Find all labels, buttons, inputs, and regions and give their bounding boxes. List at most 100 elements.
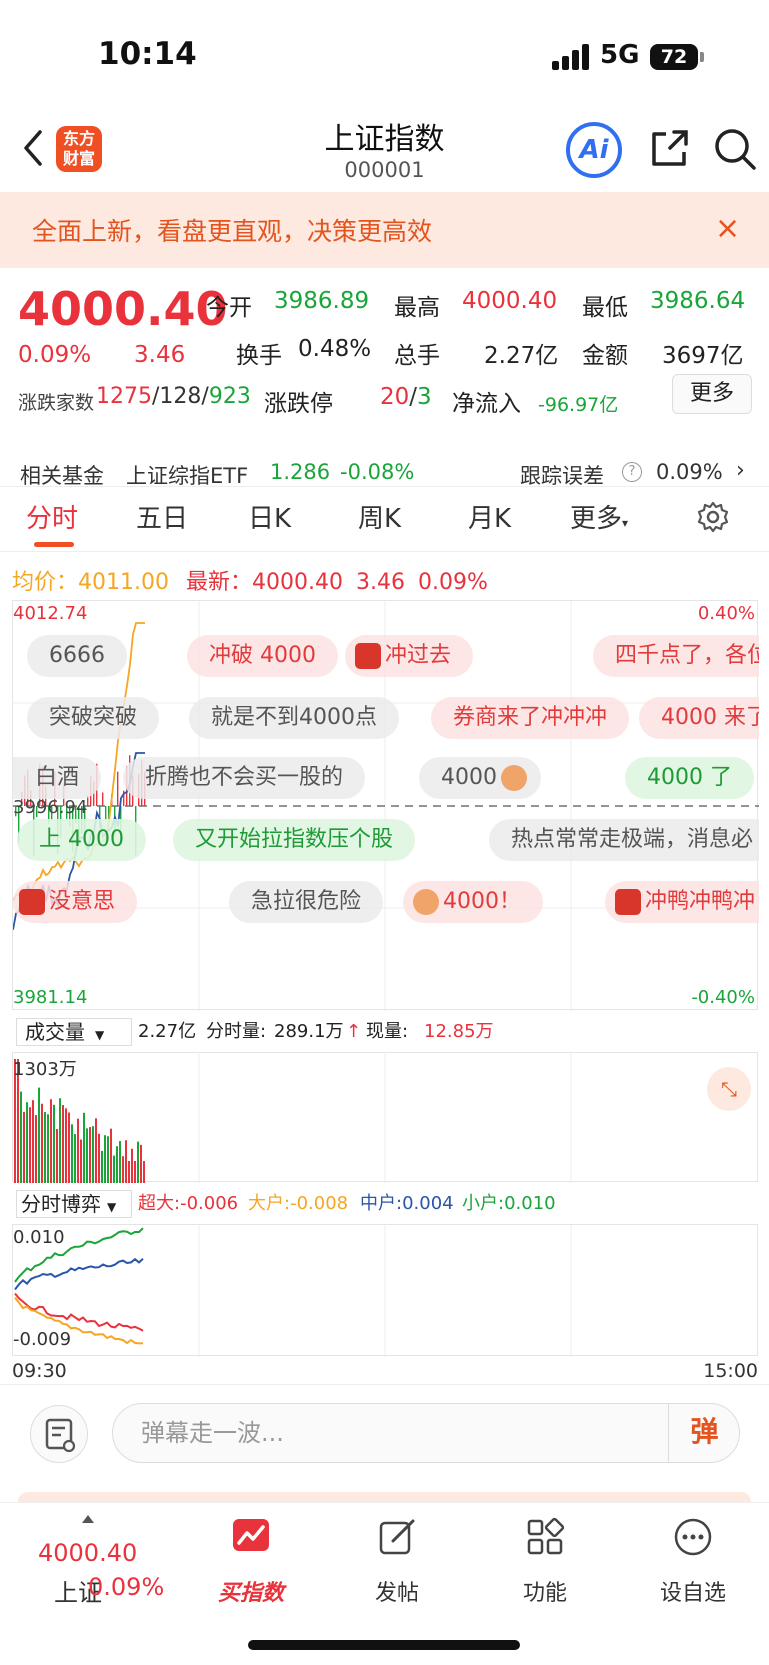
related-fund-row[interactable]: 相关基金 上证综指ETF 1.286 -0.08% 跟踪误差 ? 0.09% › (0, 458, 769, 488)
tab-daily-k[interactable]: 日K (248, 498, 291, 535)
danmu-list-button[interactable] (30, 1405, 88, 1463)
danmu-bubble[interactable]: 白酒 (13, 757, 102, 799)
more-dots-icon (674, 1518, 712, 1556)
volume-chart-svg (14, 1053, 572, 1183)
divider (0, 486, 769, 487)
breadth-label: 涨跌家数 (18, 392, 95, 414)
capital-flow-header: 分时博弈 ▼ 超大:-0.006 大户:-0.008 中户:0.004 小户:0.… (12, 1188, 758, 1220)
danmu-input[interactable]: 弹幕走一波... (112, 1403, 740, 1463)
flow-y-top: 0.010 (13, 1227, 65, 1248)
volume-bar (41, 1103, 43, 1183)
amount-label: 金额 (582, 343, 628, 369)
limit-values: 20/3 (380, 384, 432, 410)
inflow-label: 净流入 (452, 391, 521, 417)
danmu-bubble[interactable]: 冲过去 (345, 635, 474, 677)
danmu-bubble[interactable]: 没意思 (13, 881, 138, 923)
volume-bar (20, 1091, 22, 1183)
capital-flow-select[interactable]: 分时博弈 ▼ (16, 1190, 132, 1218)
high-label: 最高 (394, 295, 440, 321)
volume-bar (107, 1136, 109, 1183)
y-axis-mid: 3996.94 (13, 797, 88, 818)
volume-minute-value: 289.1万 (274, 1021, 344, 1042)
firecracker-icon (615, 889, 641, 915)
tab-five-day[interactable]: 五日 (136, 498, 188, 535)
danmu-bubble[interactable]: 4000！ (403, 881, 543, 923)
time-axis: 09:30 15:00 (12, 1360, 758, 1386)
danmu-bubble[interactable]: 冲鸭冲鸭冲 (605, 881, 759, 923)
danmu-bubble[interactable]: 冲破 4000 (187, 635, 338, 677)
caret-up-icon[interactable] (82, 1515, 94, 1523)
close-icon[interactable]: × (715, 212, 745, 246)
fund-change: -0.08% (340, 460, 415, 484)
breadth-values: 1275/128/923 (96, 384, 251, 409)
tab-monthly-k[interactable]: 月K (468, 498, 511, 535)
fund-name: 上证综指ETF (126, 464, 249, 488)
danmu-bubble[interactable]: 急拉很危险 (229, 881, 384, 923)
volume-bar (74, 1134, 76, 1183)
share-icon[interactable] (646, 126, 692, 172)
danmu-send-button[interactable]: 弹 (668, 1403, 740, 1463)
volume-bar (134, 1161, 136, 1183)
small-value: 小户:0.010 (462, 1193, 556, 1214)
volume-bar (44, 1112, 46, 1183)
danmu-bubble[interactable]: 上 4000 (17, 819, 146, 861)
promo-banner[interactable]: 全面上新，看盘更直观，决策更高效 × (0, 192, 769, 268)
volume-indicator-select[interactable]: 成交量 ▼ (16, 1018, 132, 1046)
volume-minute-label: 分时量: (206, 1021, 267, 1042)
volume-bar (71, 1124, 73, 1183)
volume-chart[interactable]: 1303万 ⤡ (12, 1052, 758, 1183)
intraday-chart[interactable]: 4012.74 3996.94 3981.14 0.40% -0.40% 666… (12, 600, 759, 1011)
danmu-bubble[interactable]: 热点常常走极端，消息必 (489, 819, 759, 861)
nav-buy-index[interactable]: 买指数 (196, 1517, 306, 1607)
search-icon[interactable] (712, 126, 758, 172)
nav-post[interactable]: 发帖 (342, 1517, 452, 1607)
more-button[interactable]: 更多 (672, 374, 752, 414)
volume-total: 2.27亿 (138, 1021, 197, 1042)
time-end: 15:00 (703, 1360, 758, 1382)
gear-icon[interactable] (696, 500, 730, 534)
tab-weekly-k[interactable]: 周K (358, 498, 401, 535)
nav-index-percent[interactable]: 0.09% (88, 1573, 164, 1601)
danmu-bubble[interactable]: 6666 (27, 635, 127, 677)
expand-icon[interactable]: ⤡ (707, 1067, 751, 1111)
change-value: 3.46 (134, 342, 186, 368)
volume-bar (68, 1112, 70, 1183)
nav-add-watchlist[interactable]: 设自选 (638, 1517, 748, 1607)
ai-button[interactable]: Ai (566, 122, 622, 178)
volume-bar (116, 1146, 118, 1183)
danmu-bubble[interactable]: 四千点了，各位 (593, 635, 759, 677)
volume-bar (137, 1141, 139, 1183)
banner-strip (18, 1492, 751, 1502)
volume-bar (86, 1128, 88, 1183)
capital-flow-chart[interactable]: 0.010 -0.009 (12, 1224, 758, 1357)
danmu-bubble[interactable]: 折腾也不会买一股的 (123, 757, 366, 799)
danmu-bubble[interactable]: 就是不到4000点 (189, 697, 399, 739)
volume-bar (92, 1126, 94, 1183)
status-time: 10:14 (98, 36, 197, 72)
danmu-bubble[interactable]: 突破突破 (27, 697, 160, 739)
chart-tabs: 分时 五日 日K 周K 月K 更多▾ (0, 490, 769, 552)
danmu-bubble[interactable]: 券商来了冲冲冲 (431, 697, 630, 739)
help-icon[interactable]: ? (622, 462, 642, 482)
y-axis-top: 4012.74 (13, 603, 88, 624)
danmu-bubble[interactable]: 4000 了 (625, 757, 754, 799)
volume-bar (38, 1087, 40, 1183)
tab-intraday[interactable]: 分时 (26, 498, 78, 535)
battery-icon: 72 (650, 44, 698, 70)
volume-bar (62, 1105, 64, 1183)
danmu-bubble[interactable]: 又开始拉指数压个股 (173, 819, 416, 861)
danmu-bubble[interactable]: 4000 (419, 757, 541, 799)
volume-bar (143, 1161, 145, 1183)
low-value: 3986.64 (650, 288, 746, 314)
danmu-bubble[interactable]: 4000 来了 (639, 697, 759, 739)
tab-more[interactable]: 更多▾ (570, 498, 628, 535)
nav-functions[interactable]: 功能 (490, 1517, 600, 1607)
volume-bar (23, 1111, 25, 1183)
volume-bar (56, 1128, 58, 1183)
volume-bar (131, 1148, 133, 1183)
turnover-label: 换手 (236, 343, 282, 369)
y-axis-bottom: 3981.14 (13, 987, 88, 1008)
volume-bar (29, 1107, 31, 1183)
nav-index-price[interactable]: 4000.40 (38, 1539, 137, 1567)
limit-label: 涨跌停 (264, 391, 333, 417)
